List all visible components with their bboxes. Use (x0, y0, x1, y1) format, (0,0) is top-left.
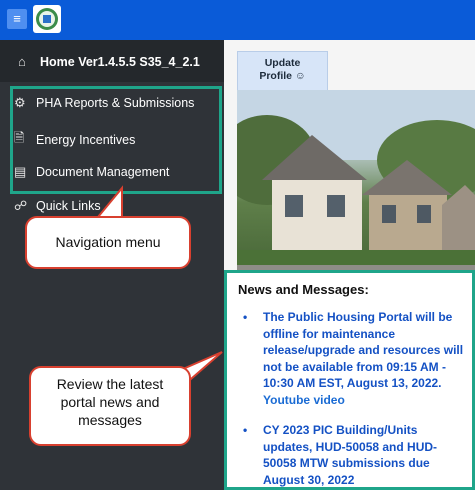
tab-update-profile[interactable]: Update Profile ☺ (237, 51, 328, 91)
user-icon: ☺ (294, 70, 306, 82)
tab-label-line2: Profile (259, 70, 293, 82)
news-item-text[interactable]: The Public Housing Portal will be offlin… (263, 310, 463, 390)
bullet: • (243, 310, 248, 324)
news-callout: Review the latest portal news and messag… (29, 366, 191, 446)
news-panel: News and Messages: • The Public Housing … (224, 270, 475, 490)
news-item-text[interactable]: CY 2023 PIC Building/Units updates, HUD-… (263, 423, 437, 487)
callout-text: Navigation menu (55, 234, 161, 250)
callout-text-line2: portal news and (60, 394, 160, 410)
houses-banner-image (237, 90, 475, 294)
callout-text-line3: messages (78, 412, 142, 428)
callout-text-line1: Review the latest (56, 376, 164, 392)
news-title: News and Messages: (238, 282, 369, 297)
list-item[interactable]: • CY 2023 PIC Building/Units updates, HU… (243, 422, 467, 488)
list-item[interactable]: • The Public Housing Portal will be offl… (243, 309, 467, 408)
tab-label-line1: Update (264, 57, 301, 69)
bullet: • (243, 423, 248, 437)
navigation-menu-callout: Navigation menu (25, 216, 191, 269)
main-content: Update Profile ☺ News and Messages: • Th… (224, 40, 475, 490)
youtube-video-link[interactable]: Youtube video (263, 393, 345, 407)
news-list: • The Public Housing Portal will be offl… (243, 309, 467, 502)
